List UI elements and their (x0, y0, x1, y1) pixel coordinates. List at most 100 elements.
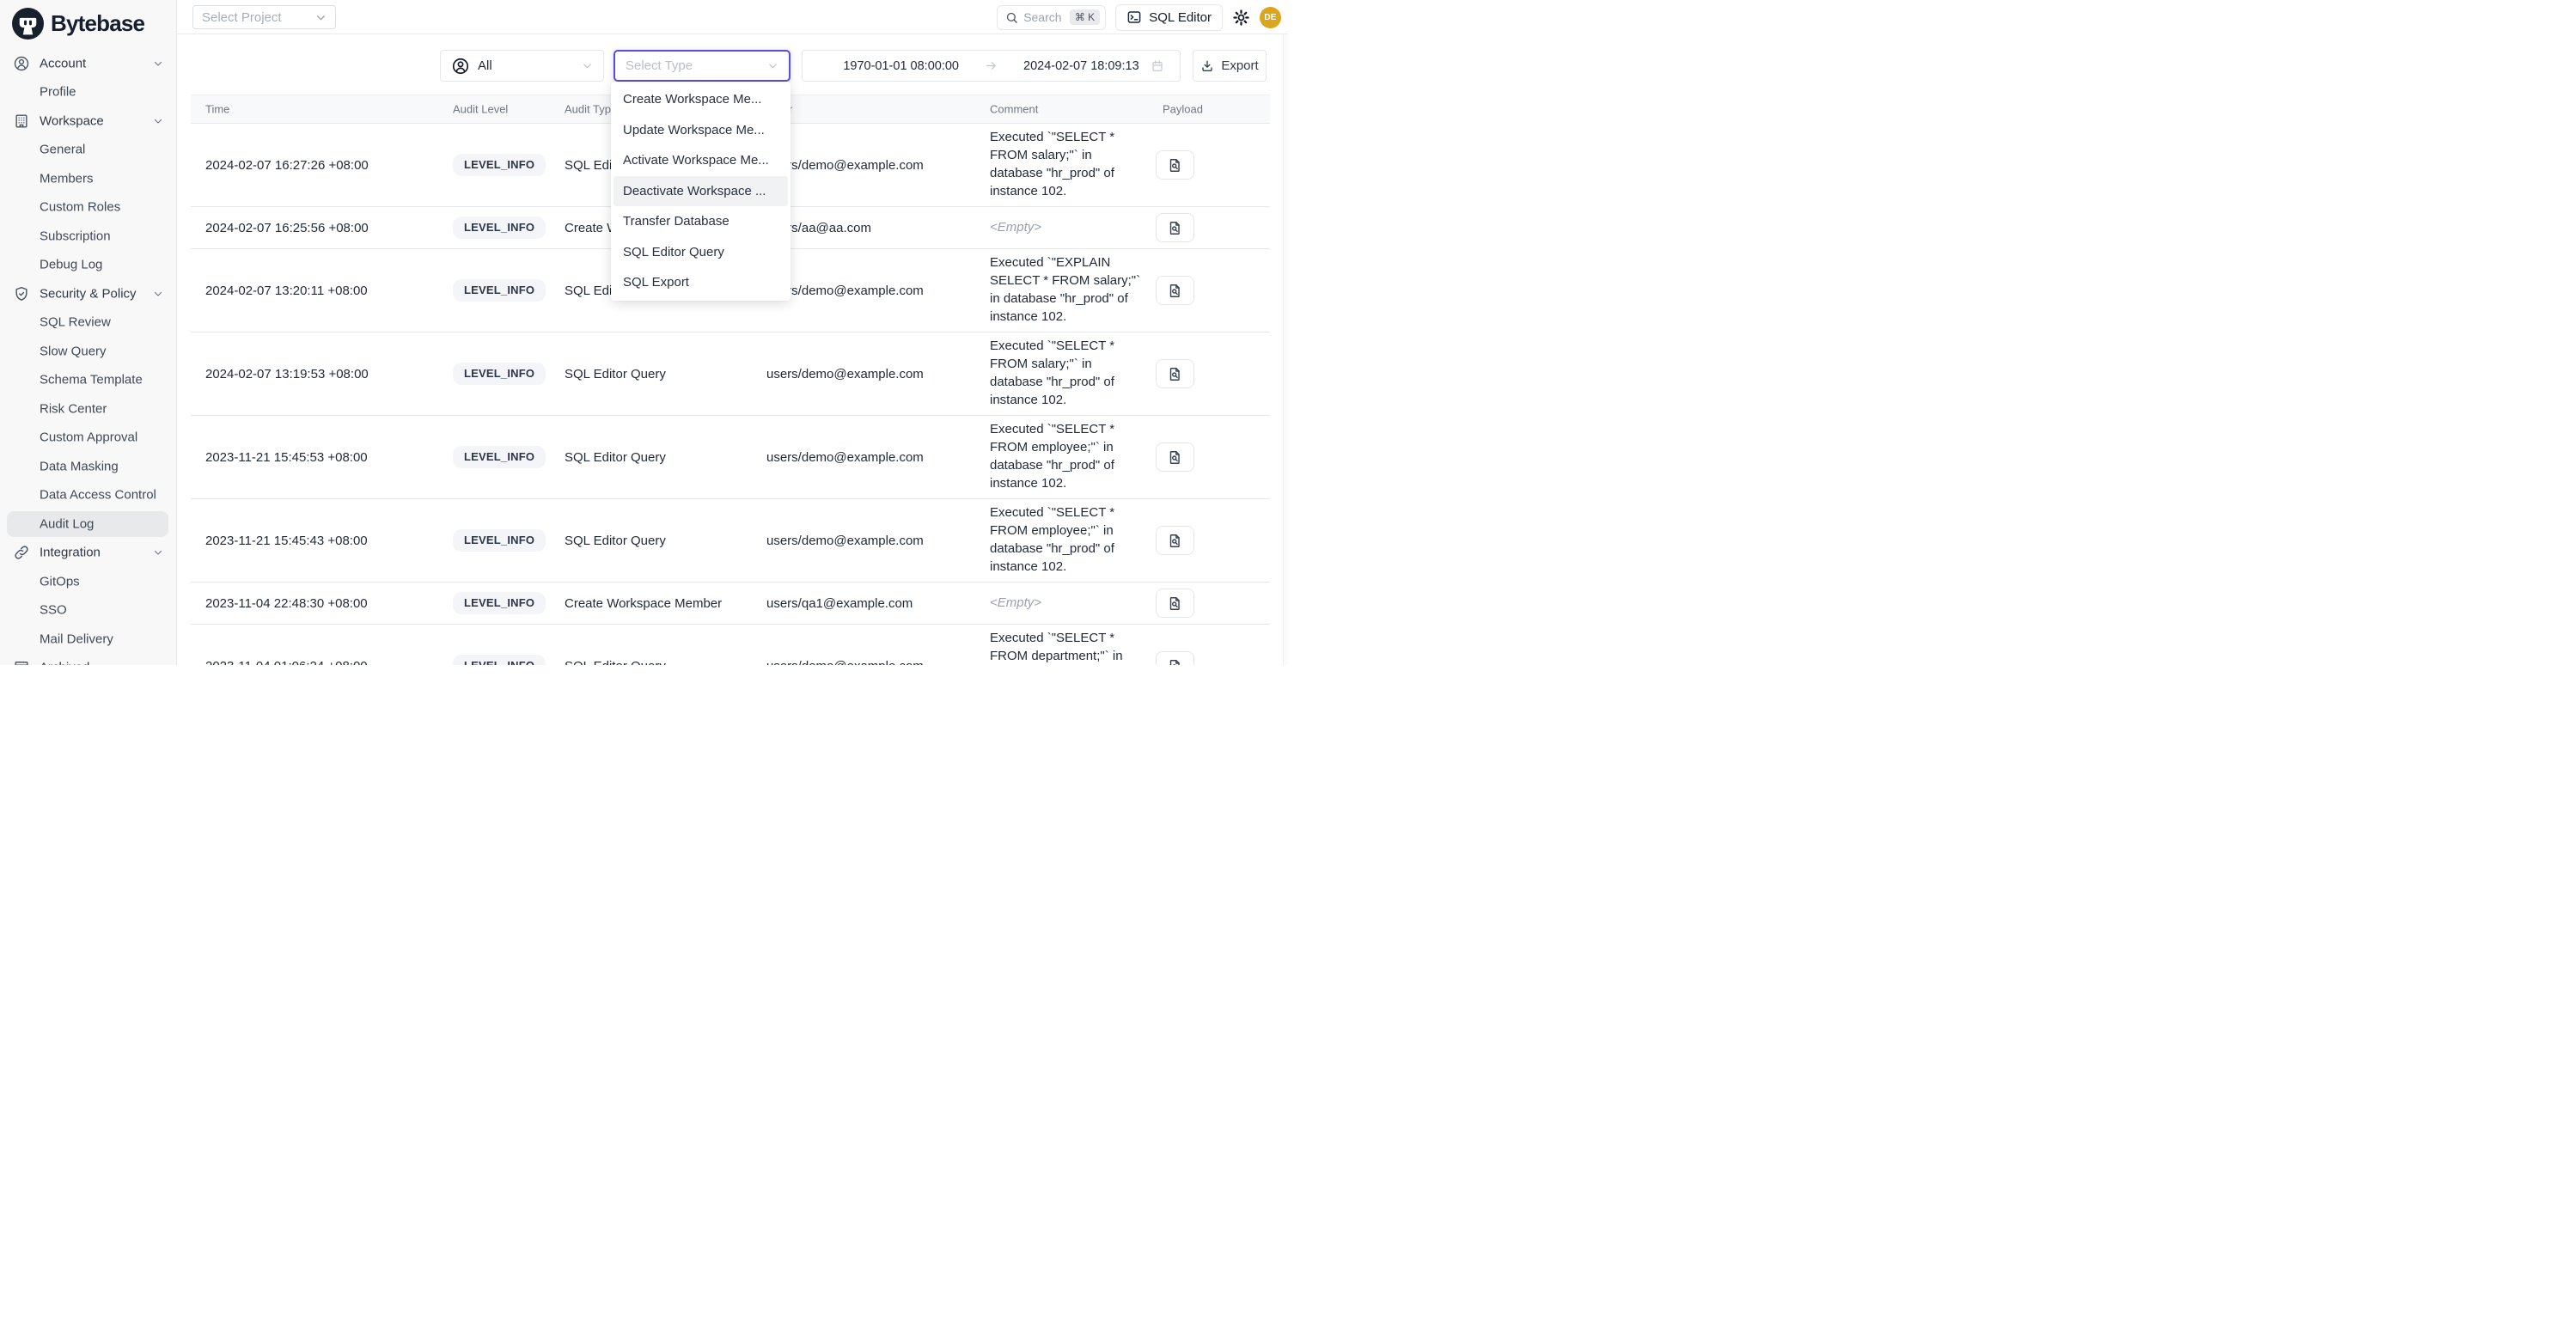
sidebar-item-label: Account (40, 56, 86, 70)
row-comment: Executed `"SELECT * FROM employee;"` in … (990, 416, 1145, 498)
sidebar-item-label: Schema Template (40, 373, 143, 387)
actor-filter-select[interactable]: All (440, 50, 604, 82)
row-comment-text: Executed `"SELECT * FROM employee;"` in … (990, 421, 1145, 492)
sidebar-item-label: Mail Delivery (40, 631, 113, 646)
sidebar-item-sso[interactable]: SSO (0, 596, 177, 625)
chevron-down-icon (153, 662, 163, 665)
sidebar-item-label: GitOps (40, 574, 80, 589)
project-select-placeholder: Select Project (202, 10, 315, 25)
sidebar-item-label: Archived (40, 661, 89, 665)
sidebar-item-integration[interactable]: Integration (0, 539, 177, 568)
audit-level-badge: LEVEL_INFO (453, 363, 546, 385)
type-menu-item-transfer-database[interactable]: Transfer Database (611, 206, 791, 237)
scrollbar[interactable] (1283, 34, 1288, 665)
row-comment-text: Executed `"SELECT * FROM employee;"` in … (990, 504, 1145, 576)
sidebar-item-workspace[interactable]: Workspace (0, 107, 177, 136)
sidebar-item-label: Security & Policy (40, 286, 137, 301)
sidebar-item-label: Profile (40, 85, 76, 100)
row-comment: Executed `"SELECT * FROM salary;"` in da… (990, 332, 1145, 415)
row-audit-level: LEVEL_INFO (453, 207, 546, 248)
sidebar-item-members[interactable]: Members (0, 164, 177, 193)
sidebar-item-label: Integration (40, 546, 101, 560)
sidebar-item-schema-template[interactable]: Schema Template (0, 366, 177, 395)
user-circle-icon (13, 55, 30, 72)
sidebar-item-general[interactable]: General (0, 136, 177, 165)
bytebase-logo[interactable]: Bytebase (12, 8, 144, 40)
row-comment: <Empty> (990, 207, 1145, 248)
column-header-comment: Comment (990, 103, 1038, 116)
audit-level-badge: LEVEL_INFO (453, 655, 546, 665)
row-audit-type: Create Workspace Member (565, 583, 722, 624)
sidebar-item-mail-delivery[interactable]: Mail Delivery (0, 625, 177, 654)
link-icon (13, 544, 30, 561)
payload-view-button[interactable] (1156, 213, 1194, 242)
row-time: 2024-02-07 13:19:53 +08:00 (205, 332, 369, 415)
sidebar-item-gitops[interactable]: GitOps (0, 567, 177, 596)
sidebar-item-profile[interactable]: Profile (0, 78, 177, 107)
payload-view-button[interactable] (1156, 589, 1194, 618)
sidebar-item-risk-center[interactable]: Risk Center (0, 394, 177, 424)
topbar-right-cluster: Search ⌘ K SQL Editor DE (997, 0, 1281, 34)
row-time: 2024-02-07 16:25:56 +08:00 (205, 207, 369, 248)
audit-log-row: 2023-11-04 01:06:24 +08:00LEVEL_INFOSQL … (191, 625, 1270, 665)
sidebar-item-label: General (40, 143, 85, 157)
search-input[interactable]: Search ⌘ K (997, 5, 1106, 30)
sidebar-item-account[interactable]: Account (0, 49, 177, 78)
sidebar-nav: AccountProfileWorkspaceGeneralMembersCus… (0, 49, 177, 665)
audit-level-badge: LEVEL_INFO (453, 279, 546, 302)
sidebar-item-data-access-control[interactable]: Data Access Control (0, 481, 177, 510)
sidebar-item-archived[interactable]: Archived (0, 654, 177, 666)
row-audit-level: LEVEL_INFO (453, 416, 546, 498)
row-comment-empty: <Empty> (990, 219, 1145, 237)
sidebar-item-label: Debug Log (40, 258, 102, 272)
settings-gear-icon[interactable] (1232, 9, 1250, 27)
row-audit-type: SQL Editor Query (565, 416, 666, 498)
sidebar-item-label: Audit Log (40, 516, 94, 531)
row-audit-level: LEVEL_INFO (453, 583, 546, 624)
sql-editor-button[interactable]: SQL Editor (1115, 4, 1223, 31)
user-avatar[interactable]: DE (1260, 7, 1281, 28)
payload-view-button[interactable] (1156, 651, 1194, 665)
type-menu-item-deactivate-workspace[interactable]: Deactivate Workspace ... (613, 176, 788, 207)
column-header-level: Audit Level (453, 103, 508, 116)
payload-view-button[interactable] (1156, 276, 1194, 305)
date-start-value[interactable]: 1970-01-01 08:00:00 (843, 59, 959, 73)
payload-view-button[interactable] (1156, 442, 1194, 472)
sidebar-item-custom-roles[interactable]: Custom Roles (0, 193, 177, 223)
type-filter-select[interactable]: Select Type (613, 50, 791, 82)
audit-level-badge: LEVEL_INFO (453, 446, 546, 468)
building-icon (13, 113, 30, 130)
search-icon (1005, 11, 1018, 24)
type-menu-item-sql-editor-query[interactable]: SQL Editor Query (611, 237, 791, 268)
sql-editor-label: SQL Editor (1149, 10, 1212, 25)
row-actor: users/demo@example.com (766, 499, 924, 582)
sidebar-item-sql-review[interactable]: SQL Review (0, 308, 177, 338)
sidebar-item-debug-log[interactable]: Debug Log (0, 251, 177, 280)
column-header-payload: Payload (1163, 103, 1203, 116)
row-actor: users/demo@example.com (766, 416, 924, 498)
sidebar: Bytebase Account Profile Workspace General M… (0, 0, 177, 665)
sidebar-item-subscription[interactable]: Subscription (0, 222, 177, 251)
row-audit-level: LEVEL_INFO (453, 249, 546, 332)
type-menu-item-create-workspace-me[interactable]: Create Workspace Me... (611, 84, 791, 115)
date-range-picker[interactable]: 1970-01-01 08:00:00 2024-02-07 18:09:13 (802, 50, 1181, 82)
payload-view-button[interactable] (1156, 359, 1194, 388)
type-menu-item-update-workspace-me[interactable]: Update Workspace Me... (611, 115, 791, 146)
topbar: Select Project Search ⌘ K SQL Editor (177, 0, 1288, 34)
sidebar-item-data-masking[interactable]: Data Masking (0, 452, 177, 481)
sidebar-item-audit-log[interactable]: Audit Log (0, 509, 177, 539)
sidebar-item-custom-approval[interactable]: Custom Approval (0, 424, 177, 453)
project-select[interactable]: Select Project (192, 5, 336, 29)
payload-view-button[interactable] (1156, 526, 1194, 555)
row-audit-type: SQL Editor Query (565, 332, 666, 415)
type-menu-item-sql-export[interactable]: SQL Export (611, 267, 791, 298)
payload-view-button[interactable] (1156, 150, 1194, 180)
row-audit-level: LEVEL_INFO (453, 332, 546, 415)
sidebar-item-security-policy[interactable]: Security & Policy (0, 279, 177, 308)
date-end-value[interactable]: 2024-02-07 18:09:13 (1023, 59, 1139, 73)
sidebar-item-slow-query[interactable]: Slow Query (0, 337, 177, 366)
row-time: 2023-11-04 22:48:30 +08:00 (205, 583, 368, 624)
type-menu-item-activate-workspace-me[interactable]: Activate Workspace Me... (611, 145, 791, 176)
sidebar-item-label: Data Access Control (40, 488, 156, 503)
export-button[interactable]: Export (1193, 50, 1267, 82)
